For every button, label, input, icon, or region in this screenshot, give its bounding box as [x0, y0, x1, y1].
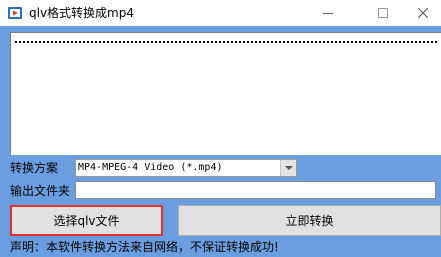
app-window: qlv格式转换成mp4 转换方案 MP4-MPEG-4 Video (*.mp4… [0, 0, 441, 257]
app-icon [8, 7, 22, 19]
select-file-button[interactable]: 选择qlv文件 [10, 205, 163, 236]
scheme-label: 转换方案 [10, 161, 59, 175]
close-button[interactable] [405, 0, 441, 26]
convert-button[interactable]: 立即转换 [178, 205, 441, 236]
output-folder-input[interactable] [75, 181, 436, 199]
maximize-icon [378, 8, 388, 18]
selection-focus-line [15, 41, 437, 43]
client-area: 转换方案 MP4-MPEG-4 Video (*.mp4) 输出文件夹 选择ql… [0, 26, 441, 257]
disclaimer-text: 声明：本软件转换方法来自网络，不保证转换成功! [10, 240, 279, 254]
title-bar: qlv格式转换成mp4 [0, 0, 441, 26]
chevron-down-icon [284, 166, 293, 170]
dropdown-arrow[interactable] [280, 160, 296, 176]
scheme-select[interactable]: MP4-MPEG-4 Video (*.mp4) [75, 159, 297, 177]
minimize-icon [323, 12, 333, 14]
maximize-button[interactable] [360, 0, 406, 26]
scheme-selected-value: MP4-MPEG-4 Video (*.mp4) [78, 162, 223, 173]
window-title: qlv格式转换成mp4 [29, 6, 134, 20]
minimize-button[interactable] [305, 0, 351, 26]
output-folder-label: 输出文件夹 [10, 184, 71, 198]
close-icon [418, 8, 428, 18]
log-listbox[interactable] [10, 32, 441, 155]
